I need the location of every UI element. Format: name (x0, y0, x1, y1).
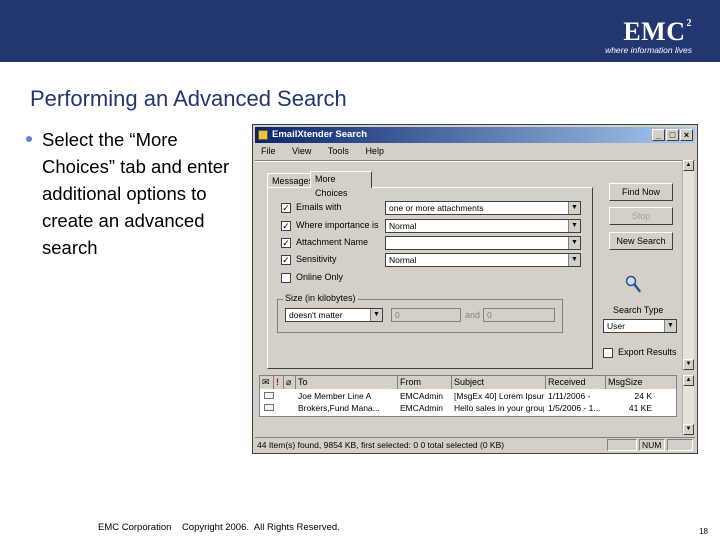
maximize-button[interactable]: □ (666, 129, 679, 141)
column-from[interactable]: From (398, 376, 452, 389)
sensitivity-label: Sensitivity (296, 254, 337, 264)
chevron-down-icon[interactable]: ▼ (568, 254, 580, 266)
results-header: ✉ ! ⌀ To From Subject Received MsgSize (260, 376, 676, 389)
chevron-down-icon[interactable]: ▼ (664, 320, 676, 332)
bullet-text: Select the “More Choices” tab and enter … (42, 129, 230, 258)
online-only-checkbox[interactable] (281, 273, 291, 283)
emc-logo: EMC2 where information lives (605, 10, 692, 56)
emails-with-checkbox[interactable]: ✓ (281, 203, 291, 213)
column-subject[interactable]: Subject (452, 376, 546, 389)
sensitivity-checkbox[interactable]: ✓ (281, 255, 291, 265)
envelope-icon (264, 404, 274, 411)
size-and-label: and (465, 310, 481, 320)
attachment-name-input[interactable]: ▼ (385, 236, 581, 250)
page-number: 18 (699, 527, 708, 536)
menu-view[interactable]: View (292, 146, 311, 156)
attachment-column-icon[interactable]: ✉ (260, 376, 274, 389)
menu-help[interactable]: Help (365, 146, 384, 156)
search-type-select[interactable]: User ▼ (603, 319, 677, 333)
column-received[interactable]: Received (546, 376, 606, 389)
menu-file[interactable]: File (261, 146, 276, 156)
row-to: Joe Member Line A (298, 391, 372, 401)
column-msgsize[interactable]: MsgSize (606, 376, 676, 389)
results-scrollbar[interactable]: ▲ ▼ (682, 375, 694, 435)
importance-value: Normal (389, 221, 417, 231)
close-button[interactable]: × (680, 129, 693, 141)
importance-label: Where importance is (296, 220, 379, 230)
size-from-input[interactable]: 0 (391, 308, 461, 322)
menu-separator (255, 160, 695, 162)
size-to-input[interactable]: 0 (483, 308, 555, 322)
row-size: 41 KE (628, 403, 652, 413)
footer-copyright: EMC Corporation Copyright 2006. All Righ… (98, 522, 340, 533)
attachment-name-label: Attachment Name (296, 237, 369, 247)
menu-tools[interactable]: Tools (328, 146, 349, 156)
chevron-down-icon[interactable]: ▼ (568, 237, 580, 249)
emails-with-value: one or more attachments (389, 203, 484, 213)
row-to: Brokers,Fund Mana... (298, 403, 380, 413)
emails-with-select[interactable]: one or more attachments ▼ (385, 201, 581, 215)
minimize-button[interactable]: _ (652, 129, 665, 141)
search-type-value: User (607, 321, 625, 331)
find-now-button[interactable]: Find Now (609, 183, 673, 201)
size-mode-select[interactable]: doesn't matter ▼ (285, 308, 383, 322)
status-panel-empty (607, 439, 637, 451)
tab-messages[interactable]: Messages (267, 173, 313, 187)
row-received: 1/11/2006 - (548, 391, 591, 401)
status-num: NUM (639, 439, 665, 451)
importance-column[interactable]: ! (274, 376, 284, 389)
attachment-name-checkbox[interactable]: ✓ (281, 238, 291, 248)
sensitivity-select[interactable]: Normal ▼ (385, 253, 581, 267)
envelope-icon (264, 392, 274, 399)
row-from: EMCAdmin (400, 391, 443, 401)
slide-title: Performing an Advanced Search (30, 86, 347, 111)
tab-more-choices[interactable]: More Choices (310, 171, 372, 198)
emails-with-label: Emails with (296, 202, 342, 212)
chevron-down-icon[interactable]: ▼ (568, 220, 580, 232)
chevron-down-icon[interactable]: ▼ (568, 202, 580, 214)
emailxtender-search-window: EmailXtender Search _ □ × File View Tool… (252, 124, 698, 454)
export-results-checkbox[interactable] (603, 348, 613, 358)
row-subject: Hello sales in your group (454, 403, 544, 413)
row-received: 1/5/2006 - 1... (548, 403, 601, 413)
chevron-down-icon[interactable]: ▼ (370, 309, 382, 321)
online-only-label: Online Only (296, 272, 344, 282)
row-from: EMCAdmin (400, 403, 443, 413)
scroll-up-icon[interactable]: ▲ (683, 160, 694, 171)
status-text: 44 Item(s) found, 9854 KB, first selecte… (257, 440, 505, 450)
export-results-label: Export Results (618, 347, 677, 357)
window-titlebar[interactable]: EmailXtender Search _ □ × (255, 127, 695, 143)
importance-checkbox[interactable]: ✓ (281, 221, 291, 231)
status-panel-empty (667, 439, 693, 451)
search-type-label: Search Type (613, 305, 664, 315)
column-to[interactable]: To (296, 376, 398, 389)
paperclip-column-icon[interactable]: ⌀ (284, 376, 296, 389)
window-title: EmailXtender Search (272, 129, 368, 140)
row-subject: [MsgEx 40] Lorem Ipsum (454, 391, 544, 401)
scroll-down-icon[interactable]: ▼ (683, 424, 694, 435)
menu-bar: File View Tools Help (255, 144, 695, 158)
upper-scrollbar[interactable]: ▲ ▼ (682, 160, 694, 370)
sensitivity-value: Normal (389, 255, 417, 265)
bullet-dot-icon (26, 136, 32, 142)
results-table: ✉ ! ⌀ To From Subject Received MsgSize J… (259, 375, 677, 417)
stop-button[interactable]: Stop (609, 207, 673, 225)
status-bar: 44 Item(s) found, 9854 KB, first selecte… (255, 437, 695, 452)
size-group-label: Size (in kilobytes) (283, 293, 358, 303)
logo-mark: EMC2 (623, 17, 692, 46)
row-size: 24 K (634, 391, 653, 401)
header-banner: EMC2 where information lives (0, 0, 720, 62)
new-search-button[interactable]: New Search (609, 232, 673, 250)
scroll-down-icon[interactable]: ▼ (683, 359, 694, 370)
app-icon (258, 130, 268, 140)
scroll-up-icon[interactable]: ▲ (683, 375, 694, 386)
magnifier-icon (625, 275, 641, 293)
size-mode-value: doesn't matter (289, 310, 343, 320)
importance-select[interactable]: Normal ▼ (385, 219, 581, 233)
logo-tagline: where information lives (605, 45, 692, 55)
